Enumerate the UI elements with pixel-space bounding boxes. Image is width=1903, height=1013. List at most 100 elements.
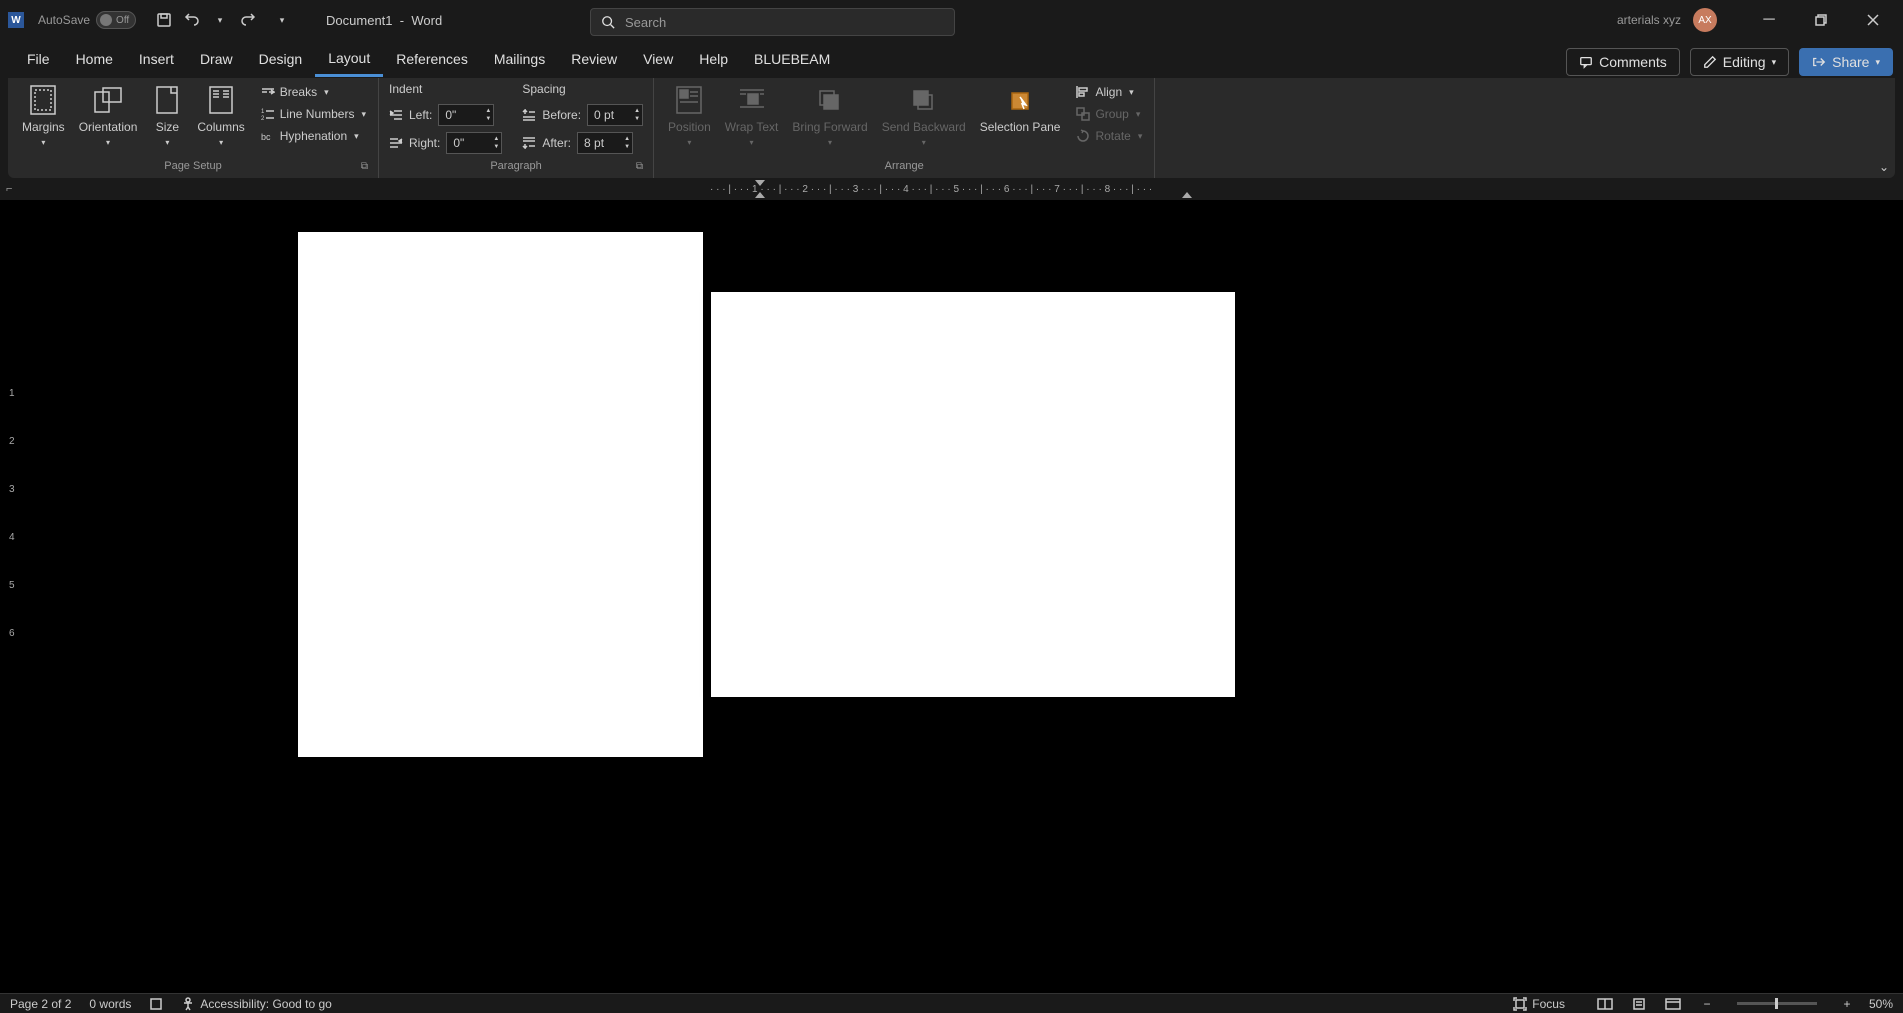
tab-mailings[interactable]: Mailings bbox=[481, 43, 558, 75]
comment-icon bbox=[1579, 55, 1593, 69]
comments-button[interactable]: Comments bbox=[1566, 48, 1680, 76]
page-setup-label: Page Setup⧉ bbox=[18, 158, 368, 174]
columns-button[interactable]: Columns▾ bbox=[193, 82, 248, 149]
zoom-out-button[interactable]: − bbox=[1695, 996, 1719, 1012]
ruler-h-marks: · · · | · · · 1 · · · | · · · 2 · · · | … bbox=[710, 184, 1152, 195]
arrange-label: Arrange bbox=[664, 158, 1144, 174]
undo-icon[interactable] bbox=[180, 8, 204, 32]
space-after-input[interactable]: 8 pt▲▼ bbox=[577, 132, 633, 154]
spacing-label: Spacing bbox=[522, 82, 643, 96]
save-icon[interactable] bbox=[152, 8, 176, 32]
maximize-button[interactable] bbox=[1801, 8, 1841, 32]
tab-review[interactable]: Review bbox=[558, 43, 630, 75]
align-button[interactable]: Align▾ bbox=[1074, 82, 1144, 102]
document-title: Document1 - Word bbox=[326, 13, 442, 28]
horizontal-ruler[interactable]: ⌐ · · · | · · · 1 · · · | · · · 2 · · · … bbox=[0, 180, 1903, 200]
document-page-2[interactable] bbox=[711, 292, 1235, 697]
search-icon bbox=[601, 15, 615, 29]
word-app-icon: W bbox=[8, 12, 24, 28]
indent-right-input[interactable]: 0"▲▼ bbox=[446, 132, 502, 154]
toggle-knob bbox=[100, 14, 112, 26]
tab-insert[interactable]: Insert bbox=[126, 43, 187, 75]
print-layout-icon[interactable] bbox=[1627, 996, 1651, 1012]
focus-button[interactable]: Focus bbox=[1513, 997, 1565, 1011]
qat-customize-icon[interactable]: ▾ bbox=[270, 8, 294, 32]
line-numbers-icon: 12 bbox=[261, 107, 275, 121]
hyphenation-button[interactable]: bc Hyphenation▾ bbox=[259, 126, 368, 146]
avatar[interactable]: AX bbox=[1693, 8, 1717, 32]
send-backward-icon bbox=[908, 84, 940, 116]
vertical-ruler[interactable]: 1 2 3 4 5 6 bbox=[4, 200, 22, 993]
spinner-icon[interactable]: ▲▼ bbox=[493, 135, 499, 151]
rotate-button[interactable]: Rotate▾ bbox=[1074, 126, 1144, 146]
page-indicator[interactable]: Page 2 of 2 bbox=[10, 997, 71, 1011]
tab-draw[interactable]: Draw bbox=[187, 43, 246, 75]
tab-design[interactable]: Design bbox=[246, 43, 316, 75]
send-backward-button[interactable]: Send Backward▾ bbox=[878, 82, 970, 149]
svg-text:bc: bc bbox=[261, 132, 271, 142]
autosave-label: AutoSave bbox=[38, 13, 90, 27]
size-button[interactable]: Size▾ bbox=[147, 82, 187, 149]
tab-view[interactable]: View bbox=[630, 43, 686, 75]
bring-forward-button[interactable]: Bring Forward▾ bbox=[788, 82, 871, 149]
page-setup-launcher[interactable]: ⧉ bbox=[361, 161, 368, 172]
tab-help[interactable]: Help bbox=[686, 43, 741, 75]
word-count[interactable]: 0 words bbox=[89, 997, 131, 1011]
share-button[interactable]: Share ▾ bbox=[1799, 48, 1893, 76]
orientation-button[interactable]: Orientation▾ bbox=[75, 82, 142, 149]
editing-button[interactable]: Editing ▾ bbox=[1690, 48, 1789, 76]
svg-text:1: 1 bbox=[261, 109, 265, 115]
ribbon-collapse-icon[interactable]: ⌄ bbox=[1879, 160, 1889, 174]
title-bar: W AutoSave Off ▾ ▾ Document1 - Word Sear… bbox=[0, 0, 1903, 40]
selection-pane-icon bbox=[1004, 84, 1036, 116]
spellcheck-icon[interactable] bbox=[149, 997, 163, 1011]
wrap-text-button[interactable]: Wrap Text▾ bbox=[721, 82, 783, 149]
zoom-slider[interactable] bbox=[1737, 1002, 1817, 1005]
document-page-1[interactable] bbox=[298, 232, 703, 757]
tab-bluebeam[interactable]: BLUEBEAM bbox=[741, 43, 843, 75]
indent-left-input[interactable]: 0"▲▼ bbox=[438, 104, 494, 126]
wrap-text-icon bbox=[736, 84, 768, 116]
group-arrange: Position▾ Wrap Text▾ Bring Forward▾ Send… bbox=[654, 78, 1155, 178]
align-icon bbox=[1076, 85, 1090, 99]
ruler-corner-icon: ⌐ bbox=[6, 183, 12, 195]
margins-button[interactable]: Margins▾ bbox=[18, 82, 69, 149]
minimize-button[interactable]: ─ bbox=[1749, 8, 1789, 32]
spinner-icon[interactable]: ▲▼ bbox=[634, 107, 640, 123]
space-after-icon bbox=[522, 137, 536, 149]
spinner-icon[interactable]: ▲▼ bbox=[485, 107, 491, 123]
zoom-in-button[interactable]: + bbox=[1835, 996, 1859, 1012]
autosave-toggle[interactable]: Off bbox=[96, 11, 136, 29]
undo-dropdown[interactable]: ▾ bbox=[208, 8, 232, 32]
web-layout-icon[interactable] bbox=[1661, 996, 1685, 1012]
tab-home[interactable]: Home bbox=[63, 43, 126, 75]
zoom-level[interactable]: 50% bbox=[1869, 997, 1893, 1011]
read-mode-icon[interactable] bbox=[1593, 996, 1617, 1012]
indent-marker[interactable] bbox=[755, 180, 765, 198]
space-before-input[interactable]: 0 pt▲▼ bbox=[587, 104, 643, 126]
after-label: After: bbox=[542, 136, 571, 150]
breaks-button[interactable]: Breaks▾ bbox=[259, 82, 368, 102]
paragraph-launcher[interactable]: ⧉ bbox=[636, 161, 643, 172]
tab-file[interactable]: File bbox=[14, 43, 63, 75]
right-indent-marker[interactable] bbox=[1182, 192, 1192, 198]
position-button[interactable]: Position▾ bbox=[664, 82, 715, 149]
share-icon bbox=[1812, 55, 1826, 69]
selection-pane-button[interactable]: Selection Pane bbox=[976, 82, 1065, 136]
line-numbers-button[interactable]: 12 Line Numbers▾ bbox=[259, 104, 368, 124]
tab-layout[interactable]: Layout bbox=[315, 42, 383, 77]
spinner-icon[interactable]: ▲▼ bbox=[624, 135, 630, 151]
breaks-icon bbox=[261, 85, 275, 99]
close-button[interactable] bbox=[1853, 8, 1893, 32]
redo-icon[interactable] bbox=[236, 8, 260, 32]
svg-text:2: 2 bbox=[261, 116, 265, 121]
ruler-v-mark: 6 bbox=[9, 628, 15, 639]
ruler-v-mark: 4 bbox=[9, 532, 15, 543]
hyphenation-icon: bc bbox=[261, 129, 275, 143]
left-label: Left: bbox=[409, 108, 432, 122]
accessibility-status[interactable]: Accessibility: Good to go bbox=[181, 997, 331, 1011]
search-box[interactable]: Search bbox=[590, 8, 955, 36]
tab-references[interactable]: References bbox=[383, 43, 481, 75]
username: arterials xyz bbox=[1617, 13, 1681, 27]
group-button[interactable]: Group▾ bbox=[1074, 104, 1144, 124]
